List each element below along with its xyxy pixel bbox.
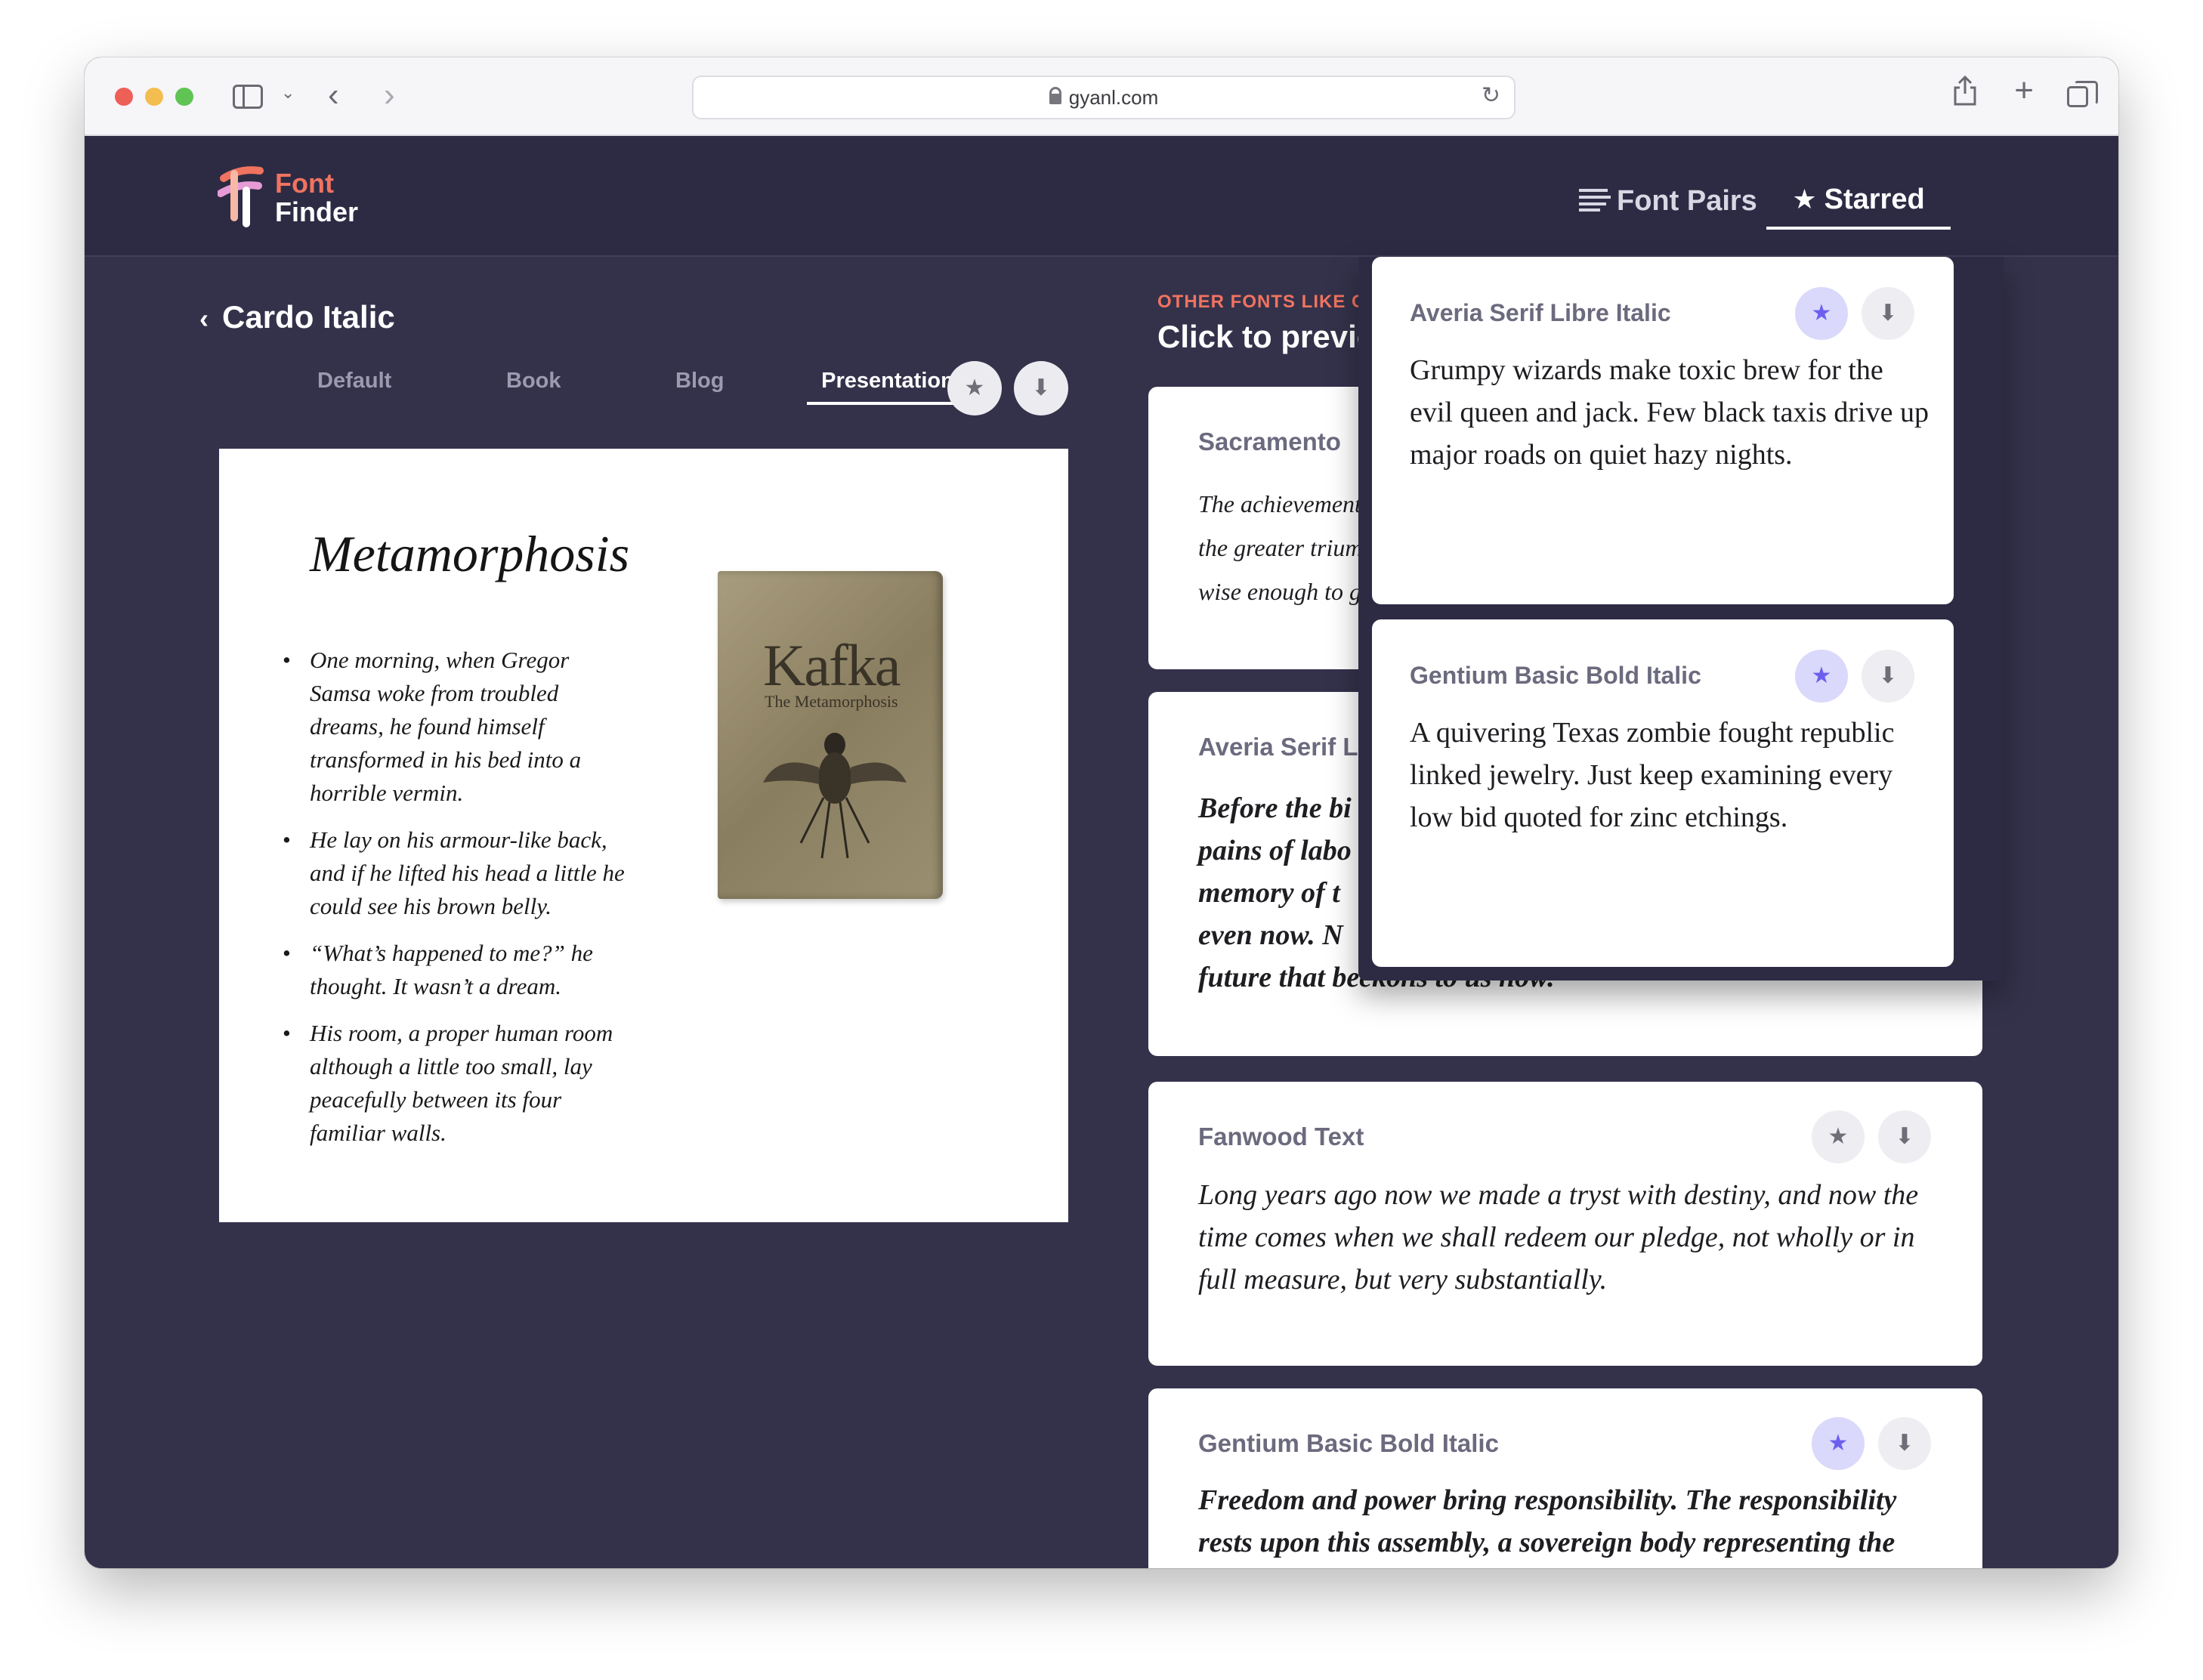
- book-cover-image: Kafka The Metamorphosis: [718, 571, 943, 899]
- zoom-window-button[interactable]: [175, 88, 193, 106]
- download-icon: ⬇: [1878, 301, 1898, 326]
- font-name: Fanwood Text: [1198, 1123, 1364, 1150]
- starred-dropdown: Averia Serif Libre Italic ★ ⬇ Grumpy wiz…: [1358, 257, 2004, 981]
- star-icon: ★: [1811, 663, 1832, 688]
- section-kicker: OTHER FONTS LIKE CA: [1157, 292, 1380, 312]
- font-name: Averia Serif Li: [1198, 733, 1365, 761]
- download-icon: ⬇: [1878, 663, 1898, 688]
- download-button[interactable]: ⬇: [1014, 361, 1068, 415]
- chevron-down-icon[interactable]: ⌄: [281, 85, 295, 101]
- star-button[interactable]: ★: [1812, 1110, 1865, 1163]
- star-button-active[interactable]: ★: [1795, 650, 1848, 703]
- download-icon: ⬇: [1031, 375, 1051, 400]
- tab-book[interactable]: Book: [506, 360, 561, 402]
- preview-title: Metamorphosis: [310, 525, 630, 582]
- star-icon: ★: [1792, 184, 1817, 215]
- nav-font-pairs[interactable]: Font Pairs: [1579, 178, 1757, 224]
- browser-window: ⌄ ‹ › gyanl.com ↻ + Font Finder Font Pai…: [85, 57, 2118, 1568]
- new-tab-icon[interactable]: +: [2014, 74, 2034, 107]
- font-card-fanwood[interactable]: Fanwood Text ★ ⬇ Long years ago now we m…: [1148, 1082, 1982, 1366]
- tab-blog[interactable]: Blog: [675, 360, 724, 402]
- font-sample: Long years ago now we made a tryst with …: [1198, 1179, 1919, 1296]
- list-item: “What’s happened to me?” he thought. It …: [283, 937, 627, 1003]
- font-title: Cardo Italic: [222, 299, 395, 335]
- font-sample: A quivering Texas zombie fought republic…: [1410, 717, 1895, 833]
- font-name: Sacramento: [1198, 428, 1341, 456]
- close-window-button[interactable]: [115, 88, 133, 106]
- download-button[interactable]: ⬇: [1862, 287, 1914, 340]
- section-title: Click to previe: [1157, 319, 1375, 354]
- download-button[interactable]: ⬇: [1878, 1110, 1931, 1163]
- tab-presentation[interactable]: Presentation: [807, 360, 969, 405]
- sidebar-toggle-icon[interactable]: [233, 85, 263, 109]
- star-button-active[interactable]: ★: [1795, 287, 1848, 340]
- starred-item[interactable]: Gentium Basic Bold Italic ★ ⬇ A quiverin…: [1372, 619, 1954, 967]
- minimize-window-button[interactable]: [145, 88, 163, 106]
- star-icon: ★: [964, 375, 985, 400]
- font-name: Gentium Basic Bold Italic: [1198, 1429, 1499, 1457]
- starred-item[interactable]: Averia Serif Libre Italic ★ ⬇ Grumpy wiz…: [1372, 257, 1954, 604]
- reload-icon[interactable]: ↻: [1482, 85, 1500, 107]
- chevron-left-icon: ‹: [199, 303, 209, 334]
- font-finder-logo-icon[interactable]: [218, 163, 266, 228]
- menu-lines-icon: [1579, 188, 1611, 212]
- presentation-preview: Metamorphosis One morning, when Gregor S…: [219, 449, 1068, 1222]
- font-name: Averia Serif Libre Italic: [1410, 299, 1671, 326]
- tab-default[interactable]: Default: [317, 360, 391, 402]
- star-button-active[interactable]: ★: [1812, 1417, 1865, 1470]
- font-sample: Grumpy wizards make toxic brew for the e…: [1410, 354, 1929, 471]
- address-bar[interactable]: gyanl.com ↻: [692, 76, 1516, 119]
- url-text: gyanl.com: [1068, 86, 1159, 109]
- back-arrow-icon[interactable]: ‹: [328, 79, 339, 112]
- preview-bullet-list: One morning, when Gregor Samsa woke from…: [283, 644, 627, 1163]
- book-subtitle: The Metamorphosis: [765, 692, 898, 711]
- tab-overview-icon[interactable]: [2067, 81, 2098, 107]
- font-name: Gentium Basic Bold Italic: [1410, 662, 1701, 689]
- star-button[interactable]: ★: [947, 361, 1002, 415]
- share-icon[interactable]: [1952, 75, 1978, 110]
- brand-name[interactable]: Font Finder: [275, 169, 358, 227]
- star-icon: ★: [1811, 301, 1832, 326]
- back-link[interactable]: ‹ Cardo Italic: [199, 296, 395, 340]
- download-button[interactable]: ⬇: [1862, 650, 1914, 703]
- app-header: Font Finder Font Pairs ★ Starred: [85, 136, 2118, 257]
- star-icon: ★: [1828, 1124, 1849, 1149]
- lock-icon: [1049, 87, 1061, 104]
- font-card-gentium[interactable]: Gentium Basic Bold Italic ★ ⬇ Freedom an…: [1148, 1388, 1982, 1568]
- forward-arrow-icon[interactable]: ›: [384, 79, 395, 112]
- list-item: He lay on his armour-like back, and if h…: [283, 823, 627, 923]
- download-button[interactable]: ⬇: [1878, 1417, 1931, 1470]
- beetle-illustration-icon: [763, 733, 907, 859]
- nav-starred[interactable]: ★ Starred: [1766, 169, 1951, 230]
- star-icon: ★: [1828, 1431, 1849, 1456]
- browser-toolbar: ⌄ ‹ › gyanl.com ↻ +: [85, 57, 2118, 136]
- font-sample: Freedom and power bring responsibility. …: [1198, 1484, 1897, 1558]
- download-icon: ⬇: [1895, 1124, 1914, 1149]
- download-icon: ⬇: [1895, 1431, 1914, 1456]
- list-item: His room, a proper human room although a…: [283, 1017, 627, 1150]
- list-item: One morning, when Gregor Samsa woke from…: [283, 644, 627, 810]
- book-author: Kafka: [763, 632, 901, 698]
